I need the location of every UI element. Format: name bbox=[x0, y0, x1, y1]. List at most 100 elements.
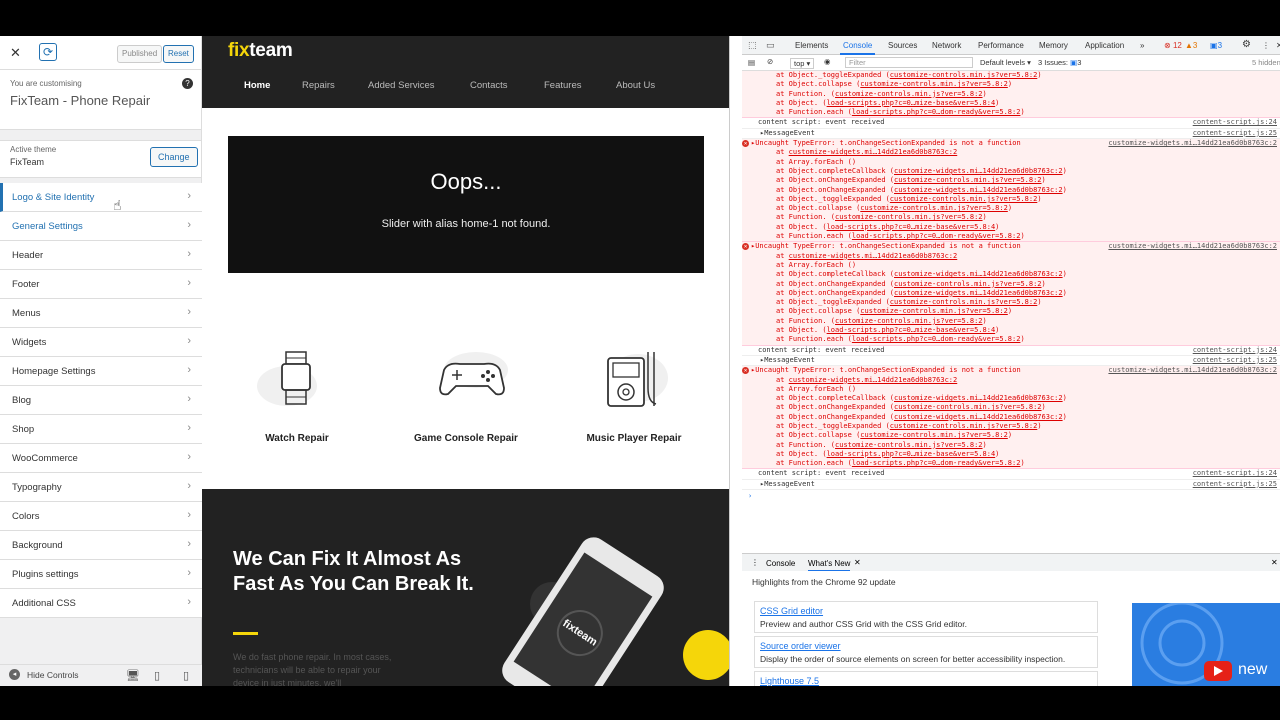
drawer-tabbar: ⋮ Console What's New ✕ ✕ bbox=[742, 553, 1280, 572]
nav-features[interactable]: Features bbox=[544, 80, 582, 91]
hide-controls-button[interactable]: Hide Controls bbox=[27, 670, 79, 680]
customizer-menu-item[interactable]: Plugins settings › bbox=[0, 560, 202, 589]
error-count-badge[interactable]: ⊗ 12 bbox=[1164, 41, 1182, 50]
clear-console-icon[interactable]: ⊘ bbox=[767, 57, 773, 66]
source-link[interactable]: content-script.js:24 bbox=[1193, 346, 1277, 354]
tab-performance[interactable]: Performance bbox=[978, 41, 1024, 50]
tab-sources[interactable]: Sources bbox=[888, 41, 917, 50]
mobile-preview-icon[interactable]: ▯ bbox=[183, 669, 189, 682]
close-tab-icon[interactable]: ✕ bbox=[854, 558, 861, 567]
info-count: 3 bbox=[1217, 41, 1223, 50]
customizer-menu-item[interactable]: Logo & Site Identity › bbox=[0, 183, 202, 212]
customizer-menu-item[interactable]: Homepage Settings › bbox=[0, 357, 202, 386]
published-button[interactable]: Published bbox=[117, 45, 163, 63]
source-link[interactable]: customize-widgets.mi…14dd21ea6d0b8763c:2 bbox=[1108, 139, 1277, 147]
more-options-icon[interactable]: ⋮ bbox=[1262, 41, 1270, 50]
customizer-menu-item[interactable]: General Settings › bbox=[0, 212, 202, 241]
source-link[interactable]: content-script.js:25 bbox=[1193, 129, 1277, 137]
error-icon: ✕ bbox=[742, 243, 749, 251]
customizer-menu-item[interactable]: Additional CSS › bbox=[0, 589, 202, 618]
info-count-badge[interactable]: ▣3 bbox=[1210, 41, 1222, 50]
feature-title[interactable]: Lighthouse 7.5 bbox=[760, 676, 819, 686]
customizer-menu-item[interactable]: Blog › bbox=[0, 386, 202, 415]
change-theme-button[interactable]: Change bbox=[150, 147, 198, 167]
service-game-console-repair[interactable]: Game Console Repair bbox=[391, 433, 541, 444]
customizer-menu-item[interactable]: Background › bbox=[0, 531, 202, 560]
console-filter-input[interactable]: Filter bbox=[845, 57, 973, 68]
device-toolbar-icon[interactable]: ▭ bbox=[766, 40, 775, 51]
feature-title[interactable]: CSS Grid editor bbox=[760, 606, 823, 616]
source-link[interactable]: customize-widgets.mi…14dd21ea6d0b8763c:2 bbox=[1108, 366, 1277, 374]
nav-added-services[interactable]: Added Services bbox=[368, 80, 435, 91]
tab-application[interactable]: Application bbox=[1085, 41, 1124, 50]
customizer-menu-item[interactable]: Footer › bbox=[0, 270, 202, 299]
source-link[interactable]: content-script.js:25 bbox=[1193, 356, 1277, 364]
source-link[interactable]: content-script.js:24 bbox=[1193, 118, 1277, 126]
console-log-message[interactable]: ▸MessageEvent content-script.js:25 bbox=[742, 480, 1280, 491]
issues-button[interactable]: 3 Issues: ▣3 bbox=[1038, 58, 1081, 67]
nav-contacts[interactable]: Contacts bbox=[470, 80, 508, 91]
context-select[interactable]: top ▾ bbox=[790, 58, 815, 69]
console-error-message[interactable]: ✕ ▸Uncaught TypeError: t.onChangeSectionE… bbox=[742, 139, 1280, 243]
close-drawer-icon[interactable]: ✕ bbox=[1271, 558, 1278, 567]
feature-card[interactable]: Lighthouse 7.5 bbox=[754, 671, 1098, 686]
menu-item-label: Plugins settings bbox=[12, 569, 79, 580]
nav-repairs[interactable]: Repairs bbox=[302, 80, 335, 91]
desktop-preview-icon[interactable]: 🖥 bbox=[126, 669, 140, 682]
chevron-right-icon: › bbox=[187, 306, 191, 318]
menu-item-label: Logo & Site Identity bbox=[12, 192, 95, 203]
screen: ✕ ⟳ Published Reset You are customising … bbox=[0, 36, 1280, 686]
close-icon[interactable]: ✕ bbox=[10, 45, 21, 61]
customizer-menu-item[interactable]: Typography › bbox=[0, 473, 202, 502]
customizer-menu-item[interactable]: WooCommerce › bbox=[0, 444, 202, 473]
chevron-right-icon: › bbox=[187, 364, 191, 376]
eye-icon[interactable]: ◉ bbox=[824, 57, 831, 66]
customizer-menu-item[interactable]: Colors › bbox=[0, 502, 202, 531]
settings-gear-icon[interactable]: ⚙ bbox=[1242, 39, 1251, 50]
tab-elements[interactable]: Elements bbox=[795, 41, 828, 50]
console-error-message[interactable]: at Object._toggleExpanded (customize-con… bbox=[742, 71, 1280, 119]
hide-controls-icon[interactable]: ◂ bbox=[9, 669, 20, 680]
console-prompt[interactable]: › bbox=[742, 490, 1280, 502]
feature-card[interactable]: CSS Grid editor Preview and author CSS G… bbox=[754, 601, 1098, 633]
inspect-icon[interactable]: ⬚ bbox=[748, 40, 757, 51]
customizer-menu-item[interactable]: Shop › bbox=[0, 415, 202, 444]
help-icon[interactable]: ? bbox=[182, 78, 193, 89]
tab-console[interactable]: Console bbox=[839, 41, 876, 55]
drawer-menu-icon[interactable]: ⋮ bbox=[751, 558, 759, 567]
console-error-message[interactable]: ✕ ▸Uncaught TypeError: t.onChangeSectionE… bbox=[742, 242, 1280, 346]
reset-button[interactable]: Reset bbox=[163, 45, 194, 63]
refresh-icon[interactable]: ⟳ bbox=[39, 43, 57, 61]
service-music-player-repair[interactable]: Music Player Repair bbox=[559, 433, 709, 444]
tab-memory[interactable]: Memory bbox=[1039, 41, 1068, 50]
menu-item-label: Footer bbox=[12, 279, 40, 290]
tab-network[interactable]: Network bbox=[932, 41, 961, 50]
console-log-message[interactable]: ▸MessageEvent content-script.js:25 bbox=[742, 129, 1280, 140]
customizer-menu-item[interactable]: Menus › bbox=[0, 299, 202, 328]
warning-count-badge[interactable]: ▲3 bbox=[1185, 41, 1197, 50]
log-levels-select[interactable]: Default levels ▾ bbox=[980, 58, 1031, 67]
close-devtools-icon[interactable]: ✕ bbox=[1276, 41, 1280, 50]
source-link[interactable]: customize-widgets.mi…14dd21ea6d0b8763c:2 bbox=[1108, 242, 1277, 250]
tablet-preview-icon[interactable]: ▯ bbox=[154, 669, 160, 682]
drawer-tab-console[interactable]: Console bbox=[766, 559, 795, 568]
source-link[interactable]: content-script.js:24 bbox=[1193, 469, 1277, 477]
site-logo[interactable]: fixteam bbox=[228, 40, 293, 62]
console-log-message[interactable]: content script: event received content-sc… bbox=[742, 469, 1280, 480]
service-watch-repair[interactable]: Watch Repair bbox=[222, 433, 372, 444]
console-log-message[interactable]: content script: event received content-sc… bbox=[742, 346, 1280, 356]
console-log-message[interactable]: ▸MessageEvent content-script.js:25 bbox=[742, 356, 1280, 367]
customizer-menu-item[interactable]: Header › bbox=[0, 241, 202, 270]
video-thumbnail[interactable]: new bbox=[1132, 603, 1280, 686]
feature-title[interactable]: Source order viewer bbox=[760, 641, 841, 651]
logo-fix: fix bbox=[228, 40, 250, 61]
more-tabs-icon[interactable]: » bbox=[1140, 41, 1144, 50]
sidebar-toggle-icon[interactable]: ▤ bbox=[748, 58, 755, 67]
nav-home[interactable]: Home bbox=[244, 80, 270, 91]
source-link[interactable]: content-script.js:25 bbox=[1193, 480, 1277, 488]
feature-card[interactable]: Source order viewer Display the order of… bbox=[754, 636, 1098, 668]
customizer-menu-item[interactable]: Widgets › bbox=[0, 328, 202, 357]
console-error-message[interactable]: ✕ ▸Uncaught TypeError: t.onChangeSectionE… bbox=[742, 366, 1280, 470]
console-log-message[interactable]: content script: event received content-sc… bbox=[742, 118, 1280, 129]
nav-about-us[interactable]: About Us bbox=[616, 80, 655, 91]
